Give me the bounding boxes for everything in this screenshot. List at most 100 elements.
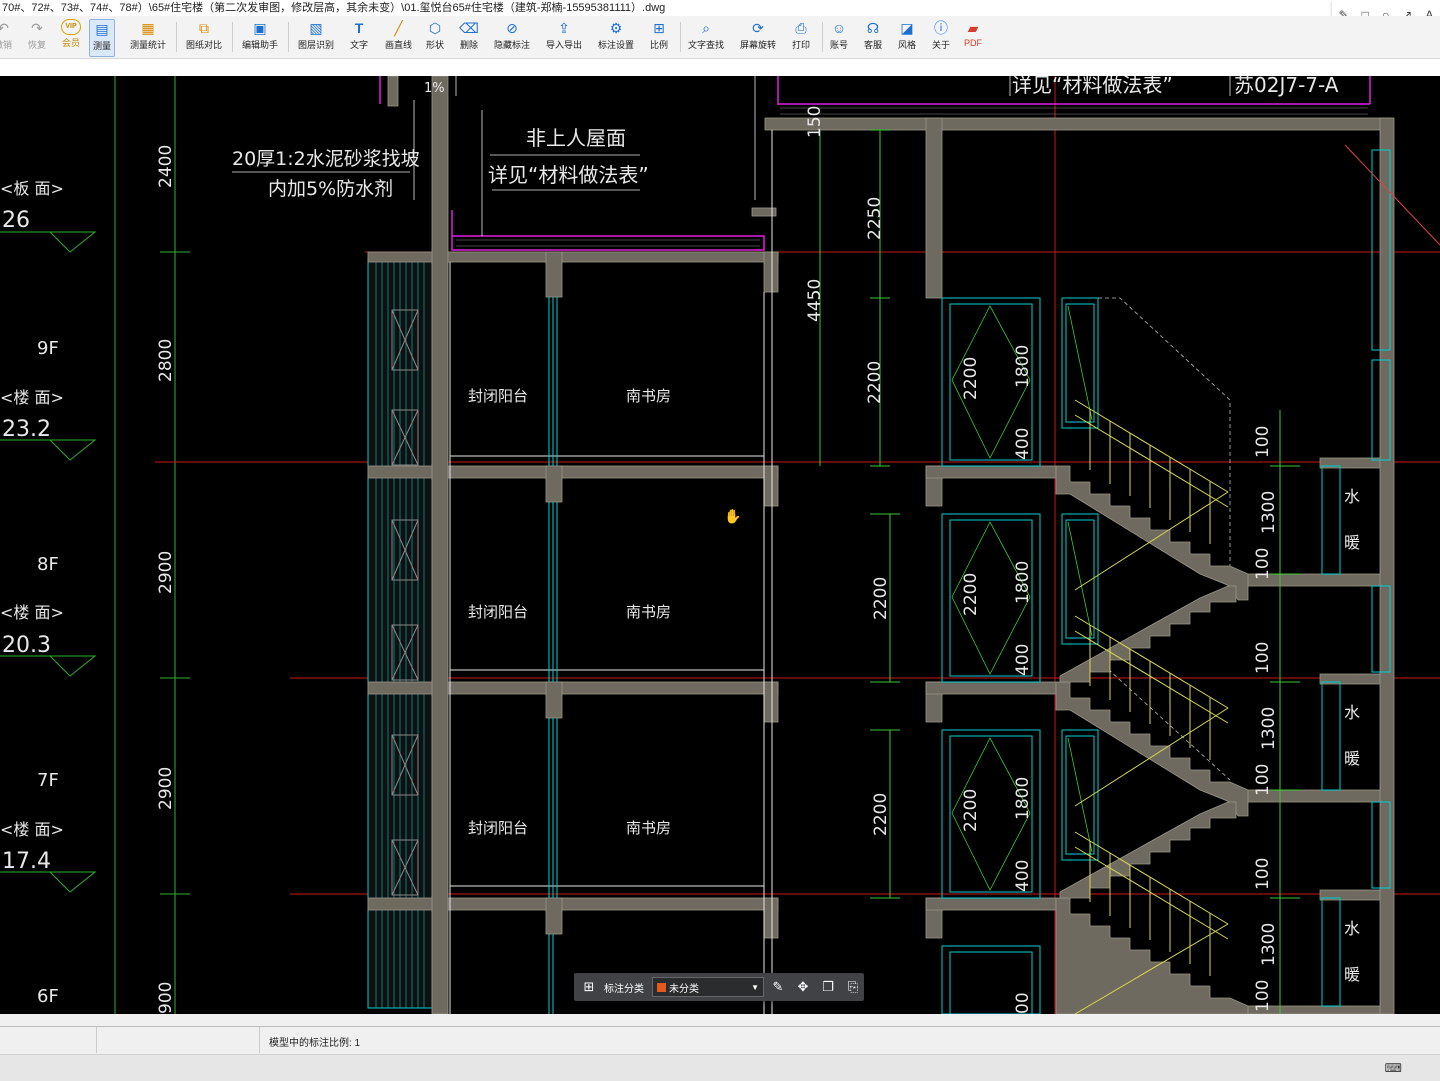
info-icon: ⓘ bbox=[934, 20, 948, 36]
hide-annotations-button[interactable]: ⊘ 隐藏标注 bbox=[494, 19, 530, 55]
stair-dimension: 2200 bbox=[871, 577, 891, 620]
eraser-icon: ⌫ bbox=[459, 20, 479, 36]
vip-button[interactable]: VIP 会员 bbox=[61, 19, 81, 55]
room-label-study: 南书房 bbox=[626, 819, 671, 837]
shaft-label: 水 bbox=[1344, 919, 1360, 938]
annotation-settings-button[interactable]: ⚙ 标注设置 bbox=[598, 19, 634, 55]
stair-dimension: 100 bbox=[1253, 548, 1273, 580]
line-tool-button[interactable]: ╱ 画直线 bbox=[385, 19, 412, 55]
edit-assistant-button[interactable]: ▣ 编辑助手 bbox=[242, 19, 278, 55]
support-button[interactable]: ☊ 客服 bbox=[864, 19, 882, 55]
floor-label: 9F bbox=[37, 338, 59, 359]
red-grid-lines bbox=[155, 76, 1440, 1014]
account-button[interactable]: ☺ 账号 bbox=[830, 19, 848, 55]
window-title: 70#、72#、73#、74#、78#）\65#住宅楼（第二次发审图，修改层高，… bbox=[2, 2, 666, 14]
drawing-canvas[interactable]: 20厚1:2水泥砂浆找坡 内加5%防水剂 1% 非上人屋面 详见“材料做法表” … bbox=[0, 76, 1440, 1014]
room-label-balcony: 封闭阳台 bbox=[468, 819, 528, 837]
room-label-study: 南书房 bbox=[626, 387, 671, 405]
redo-button[interactable]: ↷ 恢复 bbox=[28, 19, 46, 55]
story-dimension: 900 bbox=[156, 982, 176, 1014]
layer-recognition-icon: ▧ bbox=[309, 20, 323, 36]
category-select[interactable]: 未分类 ▼ bbox=[652, 977, 764, 997]
room-outlines bbox=[449, 130, 773, 1014]
undo-button[interactable]: ↶撤销 bbox=[0, 19, 12, 55]
stair-dimension: 4450 bbox=[805, 279, 825, 322]
line-icon: ╱ bbox=[394, 20, 403, 36]
toolbar-divider bbox=[176, 22, 177, 52]
shaft-label: 暖 bbox=[1344, 533, 1360, 552]
status-bar: 模型中的标注比例: 1 ⌨ bbox=[0, 1014, 1440, 1081]
category-label: 标注分类 bbox=[604, 983, 644, 995]
level-elevation: 20.3 bbox=[2, 633, 51, 658]
compare-button[interactable]: ⧉ 图纸对比 bbox=[186, 19, 222, 55]
category-color-swatch bbox=[657, 982, 666, 992]
toolbar-divider bbox=[288, 22, 289, 52]
pdf-button[interactable]: ▰ PDF bbox=[964, 19, 982, 55]
window-dimension: 400 bbox=[1013, 860, 1033, 892]
shaft-label: 暖 bbox=[1344, 965, 1360, 984]
roof-ref: 详见“材料做法表” bbox=[488, 163, 649, 187]
scale-button[interactable]: ⊞ 比例 bbox=[650, 19, 668, 55]
undo-icon: ↶ bbox=[0, 20, 9, 36]
vip-icon: VIP bbox=[61, 19, 81, 35]
text-tool-icon: T bbox=[354, 20, 364, 36]
roof-note-2: 内加5%防水剂 bbox=[268, 178, 393, 200]
facade-hatch-column bbox=[367, 257, 433, 1009]
edit-icon[interactable]: ✎ bbox=[767, 979, 789, 995]
shaft-label: 暖 bbox=[1344, 749, 1360, 768]
headset-icon: ☊ bbox=[866, 20, 880, 36]
story-dimension: 2400 bbox=[156, 145, 176, 188]
room-label-balcony: 封闭阳台 bbox=[468, 603, 528, 621]
compare-icon: ⧉ bbox=[199, 20, 209, 36]
text-search-button[interactable]: ⌕ 文字查找 bbox=[688, 19, 724, 55]
grid-icon[interactable]: ⊞ bbox=[580, 979, 598, 995]
level-elevation: 26 bbox=[2, 208, 30, 233]
shape-tool-button[interactable]: ⬡ 形状 bbox=[426, 19, 444, 55]
measure-stats-icon: ▦ bbox=[141, 20, 155, 36]
stair-dimension: 100 bbox=[1253, 980, 1273, 1012]
about-button[interactable]: ⓘ 关于 bbox=[932, 19, 950, 55]
rotate-screen-button[interactable]: ⟳ 屏幕旋转 bbox=[740, 19, 776, 55]
window-dimension: 2200 bbox=[961, 573, 981, 616]
floor-label: 6F bbox=[37, 986, 59, 1007]
roof-note-1: 20厚1:2水泥砂浆找坡 bbox=[232, 148, 420, 170]
measure-button[interactable]: ▤ 测量 bbox=[89, 19, 116, 57]
stair-dimension: 2200 bbox=[871, 793, 891, 836]
delete-button[interactable]: ⌫ 删除 bbox=[459, 19, 479, 55]
window-dimension: 400 bbox=[1013, 428, 1033, 460]
canvas-top-margin bbox=[0, 59, 1440, 76]
roof-title: 非上人屋面 bbox=[526, 126, 626, 150]
cad-drawing: 20厚1:2水泥砂浆找坡 内加5%防水剂 1% 非上人屋面 详见“材料做法表” … bbox=[0, 76, 1440, 1014]
stair-dimension: 100 bbox=[1253, 858, 1273, 890]
redo-icon: ↷ bbox=[31, 20, 43, 36]
pdf-icon: ▰ bbox=[967, 20, 979, 36]
level-tag: <板 面> bbox=[0, 179, 64, 198]
print-button[interactable]: ⎙ 打印 bbox=[792, 19, 810, 55]
paste-icon[interactable]: ⎘ bbox=[842, 979, 864, 995]
copy-icon[interactable]: ❐ bbox=[817, 979, 839, 995]
measure-stats-button[interactable]: ▦ 测量统计 bbox=[130, 19, 166, 55]
stair-dimension: 2200 bbox=[865, 361, 885, 404]
window-dimension: 00 bbox=[1013, 992, 1033, 1014]
stair-dimension: 150 bbox=[805, 106, 825, 138]
stair-dimension: 100 bbox=[1253, 764, 1273, 796]
keyboard-icon[interactable]: ⌨ bbox=[1385, 1061, 1402, 1075]
move-icon[interactable]: ✥ bbox=[792, 979, 814, 995]
printer-icon: ⎙ bbox=[795, 20, 807, 36]
status-divider bbox=[0, 1026, 1440, 1027]
edit-assistant-icon: ▣ bbox=[253, 20, 267, 36]
import-export-button[interactable]: ⇪ 导入导出 bbox=[546, 19, 582, 55]
level-elevation: 17.4 bbox=[2, 849, 51, 874]
rotate-icon: ⟳ bbox=[752, 20, 764, 36]
category-selected-value: 未分类 bbox=[669, 983, 699, 995]
hide-icon: ⊘ bbox=[506, 20, 518, 36]
stair-dimension: 1300 bbox=[1259, 491, 1279, 534]
style-button[interactable]: ◪ 风格 bbox=[898, 19, 916, 55]
annotation-scale-status: 模型中的标注比例: 1 bbox=[269, 1038, 361, 1049]
text-tool-button[interactable]: T 文字 bbox=[350, 19, 368, 55]
stair-railings bbox=[1074, 399, 1229, 1014]
stair-dimension: 100 bbox=[1253, 642, 1273, 674]
stair-flights bbox=[1055, 465, 1249, 1014]
layer-recognition-button[interactable]: ▧ 图层识别 bbox=[298, 19, 334, 55]
window-dimension: 400 bbox=[1013, 644, 1033, 676]
